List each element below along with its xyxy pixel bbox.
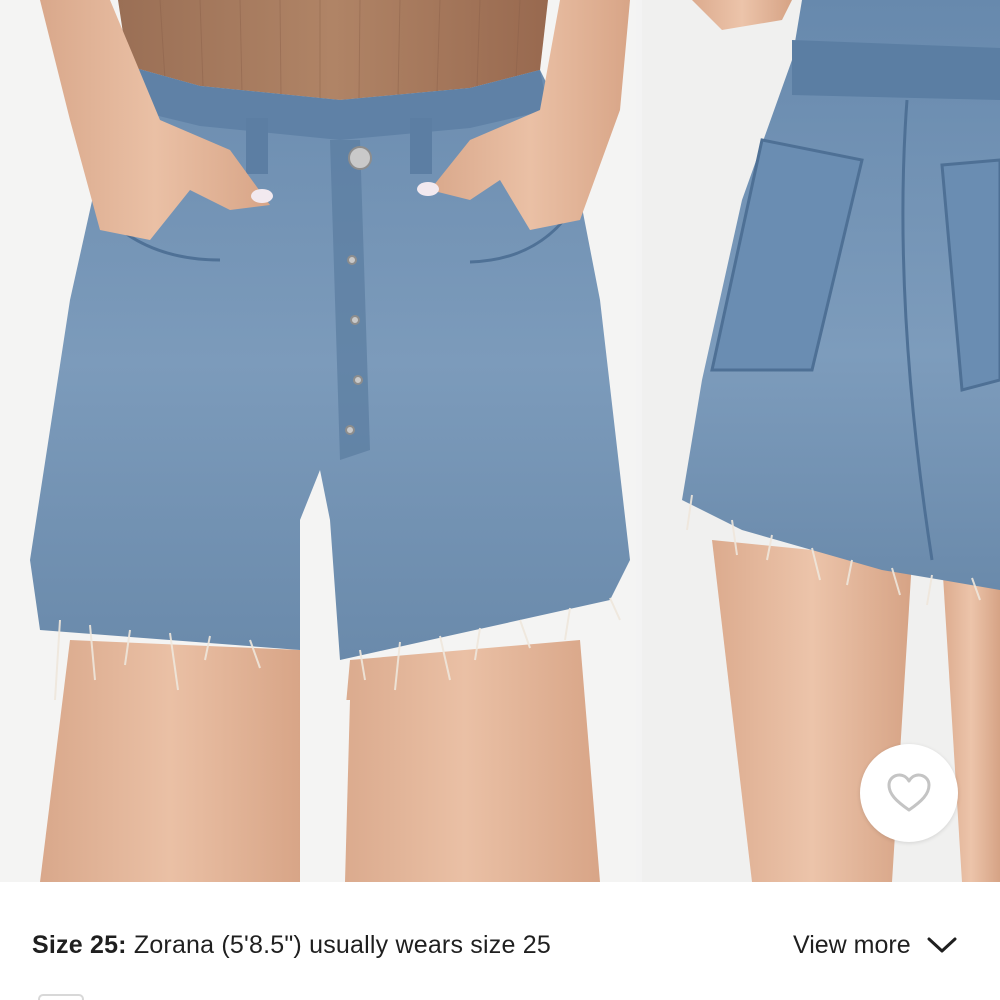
product-photo-back-illustration bbox=[642, 0, 1000, 882]
product-page: Size 25: Zorana (5'8.5") usually wears s… bbox=[0, 0, 1000, 1000]
product-photo-back[interactable] bbox=[642, 0, 1000, 882]
view-more-label: View more bbox=[793, 931, 911, 959]
wishlist-button[interactable] bbox=[860, 744, 958, 842]
size-label: Size 25: bbox=[32, 931, 127, 959]
model-fit-info: Size 25: Zorana (5'8.5") usually wears s… bbox=[0, 882, 1000, 1000]
product-photo-front[interactable] bbox=[0, 0, 636, 882]
model-size-text: Size 25: Zorana (5'8.5") usually wears s… bbox=[32, 930, 551, 960]
model-wears-text: Zorana (5'8.5") usually wears size 25 bbox=[126, 931, 551, 959]
heart-outline-icon bbox=[887, 773, 931, 812]
partial-checkbox[interactable] bbox=[38, 994, 84, 1000]
product-image-carousel[interactable] bbox=[0, 0, 1000, 882]
chevron-down-icon bbox=[927, 937, 957, 953]
view-more-button[interactable]: View more bbox=[793, 930, 957, 960]
product-photo-front-illustration bbox=[0, 0, 636, 882]
